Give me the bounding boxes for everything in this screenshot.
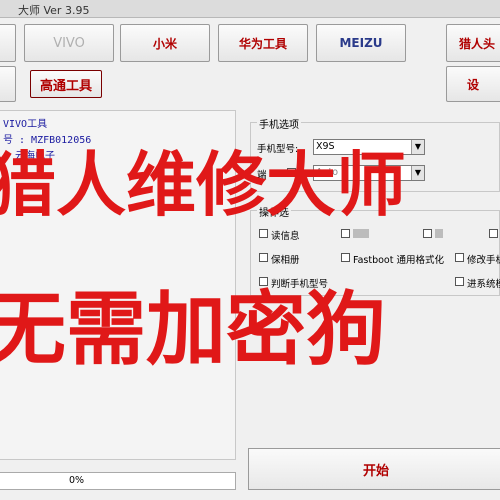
option-fastboot-label: Fastboot 通用格式化 [353,255,444,266]
info-line-1: VIVO工具 [3,119,48,130]
option-fastboot-checkbox[interactable] [341,253,350,262]
toolbar-button-left-1[interactable] [0,24,16,62]
option-enter-system-checkbox[interactable] [455,277,464,286]
toolbar-button-meizu[interactable]: MEIZU [316,24,406,62]
option-4-checkbox[interactable] [489,229,498,238]
toolbar-button-left-2[interactable] [0,66,16,102]
progress-value: 0% [69,475,85,486]
option-modify-checkbox[interactable] [455,253,464,262]
start-button[interactable]: 开始 [248,448,500,490]
option-read-info-label: 读信息 [271,231,300,242]
phone-options-title: 手机选项 [257,116,301,131]
toolbar-button-vivo[interactable]: VIVO [24,24,114,62]
option-read-info-checkbox[interactable] [259,229,268,238]
toolbar-button-huawei[interactable]: 华为工具 [218,24,308,62]
toolbar-button-settings[interactable]: 设 [446,66,500,102]
window-title: 大师 Ver 3.95 [18,4,90,17]
title-bar: 大师 Ver 3.95 [0,0,500,18]
blurred-label [435,229,443,238]
chevron-down-icon: ▼ [411,166,424,180]
progress-bar: 0% [0,472,236,490]
option-enter-system-label: 进系统模 [467,279,500,290]
option-save-album-checkbox[interactable] [259,253,268,262]
option-save-album-label: 保相册 [271,255,300,266]
overlay-subtitle: 无需加密狗 [0,283,386,376]
chevron-down-icon: ▼ [411,140,424,154]
toolbar-button-lieren[interactable]: 猎人头 [446,24,500,62]
toolbar-button-qualcomm[interactable]: 高通工具 [30,70,102,98]
option-3-checkbox[interactable] [423,229,432,238]
option-modify-label: 修改手机 [467,255,500,266]
blurred-label [353,229,369,238]
option-2-checkbox[interactable] [341,229,350,238]
overlay-title: 猎人维修大师 [0,144,406,226]
toolbar-button-xiaomi[interactable]: 小米 [120,24,210,62]
